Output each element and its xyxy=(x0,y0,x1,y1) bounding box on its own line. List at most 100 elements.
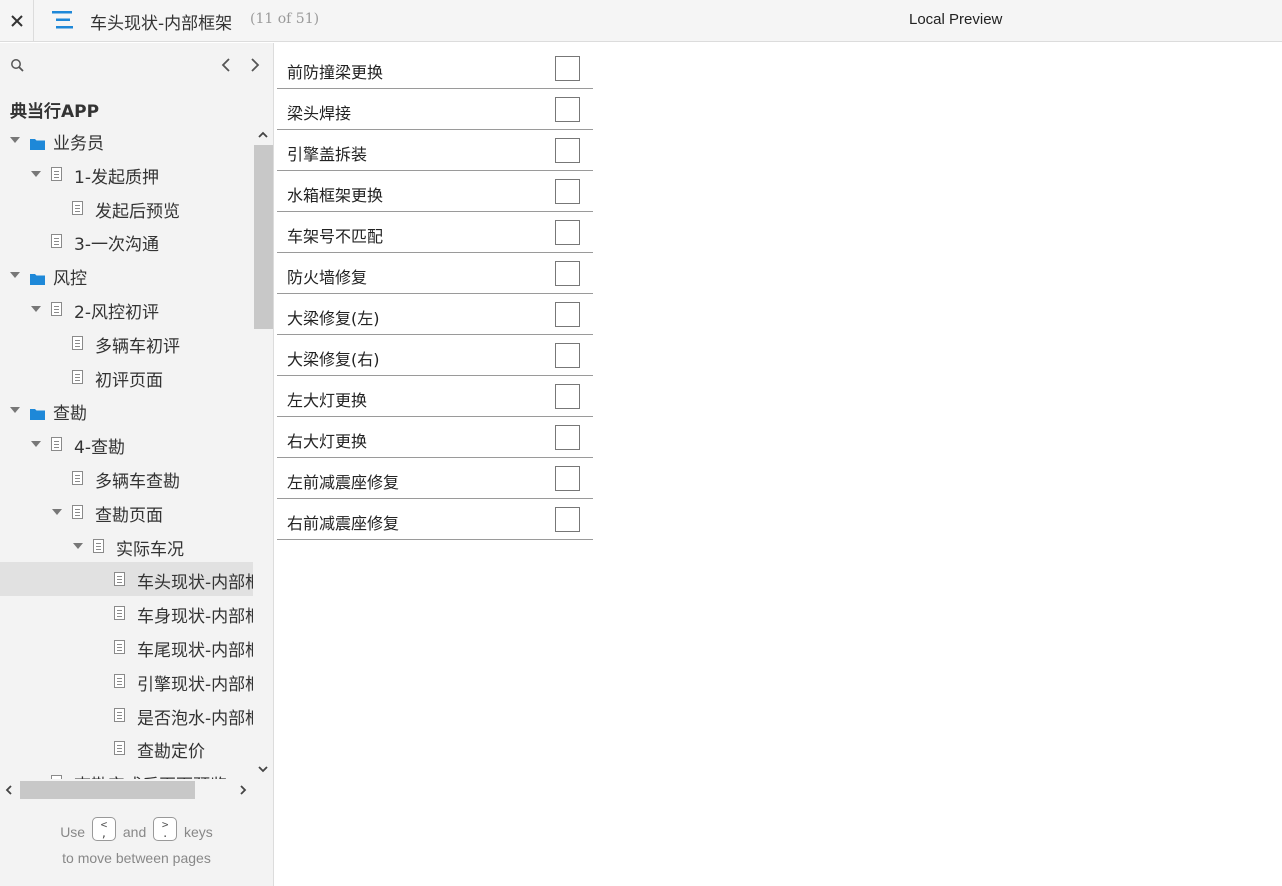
checklist-label: 左前减震座修复 xyxy=(287,473,400,492)
tree-item-label: 引擎现状-内部框架 xyxy=(137,674,253,695)
page-icon xyxy=(93,538,104,553)
vertical-scrollbar[interactable] xyxy=(253,123,273,779)
tree-item[interactable]: 3-一次沟通 xyxy=(0,224,253,258)
chevron-left-icon[interactable] xyxy=(3,784,15,796)
tree-item[interactable]: 业务员 xyxy=(0,123,253,157)
expand-arrow-icon[interactable] xyxy=(31,306,41,312)
checkbox[interactable] xyxy=(555,343,580,368)
tree-item-label: 车尾现状-内部框架 xyxy=(137,641,253,661)
checkbox[interactable] xyxy=(555,97,580,122)
folder-icon xyxy=(30,135,45,150)
expand-arrow-icon[interactable] xyxy=(31,441,41,448)
page-icon xyxy=(72,200,83,215)
page-icon xyxy=(114,606,125,621)
chevron-left-icon[interactable] xyxy=(218,55,236,75)
checkbox[interactable] xyxy=(555,56,580,81)
hint-use-text: Use xyxy=(60,824,86,840)
tree-item[interactable]: 查勘完成后页面预览 xyxy=(0,765,253,779)
checkbox[interactable] xyxy=(555,179,580,204)
checklist-row: 水箱框架更换 xyxy=(277,171,593,212)
page-icon xyxy=(72,335,83,350)
prev-key-icon: < , xyxy=(91,817,116,842)
tree-item-label: 风控 xyxy=(53,269,87,290)
checklist-label: 水箱框架更换 xyxy=(287,186,384,205)
checklist-label: 右前减震座修复 xyxy=(287,514,400,533)
checklist-row: 右前减震座修复 xyxy=(277,499,593,540)
tree-item-label: 查勘定价 xyxy=(137,742,205,763)
checklist-label: 左大灯更换 xyxy=(287,391,368,410)
checkbox[interactable] xyxy=(555,220,580,245)
tree-item-label: 多辆车初评 xyxy=(95,336,180,357)
tree-item[interactable]: 4-查勘 xyxy=(0,427,253,461)
tree-item[interactable]: 多辆车查勘 xyxy=(0,461,253,495)
hint-line2: to move between pages xyxy=(62,850,211,867)
horizontal-scrollbar[interactable] xyxy=(0,779,253,801)
chevron-down-icon[interactable] xyxy=(257,763,269,775)
page-icon xyxy=(114,572,125,587)
horizontal-scrollbar-thumb[interactable] xyxy=(20,781,195,799)
tree-item-label: 车身现状-内部框架 xyxy=(137,607,253,628)
checklist-label: 前防撞梁更换 xyxy=(287,63,384,82)
close-icon xyxy=(10,15,23,27)
tree-item[interactable]: 1-发起质押 xyxy=(0,157,253,191)
tree-item[interactable]: 是否泡水-内部框架 xyxy=(0,698,253,732)
tree-item[interactable]: 初评页面 xyxy=(0,360,253,394)
page-icon xyxy=(114,741,125,756)
tree-item[interactable]: 车头现状-内部框架 xyxy=(0,562,253,597)
checkbox[interactable] xyxy=(555,384,580,409)
tree-item[interactable]: 发起后预览 xyxy=(0,191,253,225)
checkbox[interactable] xyxy=(555,466,580,491)
page-count: (11 of 51) xyxy=(250,11,320,27)
tree-item-label: 多辆车查勘 xyxy=(95,472,180,492)
tree-item[interactable]: 查勘页面 xyxy=(0,495,253,529)
close-button[interactable] xyxy=(0,0,34,42)
tree-item-label: 实际车况 xyxy=(116,539,184,560)
tree-item-label: 是否泡水-内部框架 xyxy=(137,708,253,729)
tree-item[interactable]: 风控 xyxy=(0,258,253,292)
tree-item[interactable]: 查勘定价 xyxy=(0,731,253,765)
tree-item-label: 1-发起质押 xyxy=(74,167,159,188)
tree-item[interactable]: 车身现状-内部框架 xyxy=(0,596,253,630)
tree-item[interactable]: 引擎现状-内部框架 xyxy=(0,664,253,698)
chevron-right-icon[interactable] xyxy=(246,55,264,75)
checkbox[interactable] xyxy=(555,261,580,286)
search-row xyxy=(0,43,273,87)
tree-item[interactable]: 2-风控初评 xyxy=(0,292,253,326)
page-icon xyxy=(72,471,83,485)
checkbox[interactable] xyxy=(555,425,580,450)
checklist-row: 梁头焊接 xyxy=(277,89,593,130)
page-icon xyxy=(72,504,83,519)
sitemap-sidebar: 典当行APP 业务员 1-发起质押发起后预览 3-一次沟通风控 2-风控初评多辆车初评… xyxy=(0,43,274,886)
hint-and-text: and xyxy=(122,824,147,840)
chevron-up-icon[interactable] xyxy=(257,129,269,141)
expand-arrow-icon[interactable] xyxy=(10,137,20,143)
tree-item-label: 发起后预览 xyxy=(95,201,180,222)
tree-item[interactable]: 车尾现状-内部框架 xyxy=(0,630,253,664)
search-input[interactable] xyxy=(32,53,202,77)
hamburger-icon xyxy=(52,11,73,29)
expand-arrow-icon[interactable] xyxy=(31,170,41,177)
project-name: 典当行APP xyxy=(10,102,100,122)
expand-arrow-icon[interactable] xyxy=(52,508,62,515)
expand-arrow-icon[interactable] xyxy=(10,272,20,279)
expand-arrow-icon[interactable] xyxy=(73,542,83,549)
tree-item[interactable]: 查勘 xyxy=(0,393,253,427)
page-icon xyxy=(51,437,62,452)
expand-arrow-icon[interactable] xyxy=(10,407,20,414)
chevron-right-icon[interactable] xyxy=(237,784,249,796)
top-bar: 车头现状-内部框架 (11 of 51) Local Preview xyxy=(0,0,1282,42)
page-icon xyxy=(114,640,125,654)
tree-item-label: 查勘完成后页面预览 xyxy=(74,771,227,779)
tree-item[interactable]: 实际车况 xyxy=(0,529,253,563)
tree-item-label: 查勘页面 xyxy=(95,505,163,526)
vertical-scrollbar-thumb[interactable] xyxy=(254,145,273,329)
checklist-row: 车架号不匹配 xyxy=(277,212,593,253)
checkbox[interactable] xyxy=(555,507,580,532)
checkbox[interactable] xyxy=(555,138,580,163)
preview-label: Local Preview xyxy=(909,11,1003,28)
sitemap-menu-button[interactable] xyxy=(52,10,74,30)
page-icon xyxy=(114,673,125,688)
checkbox[interactable] xyxy=(555,302,580,327)
tree-item[interactable]: 多辆车初评 xyxy=(0,326,253,360)
folder-icon xyxy=(30,405,45,421)
